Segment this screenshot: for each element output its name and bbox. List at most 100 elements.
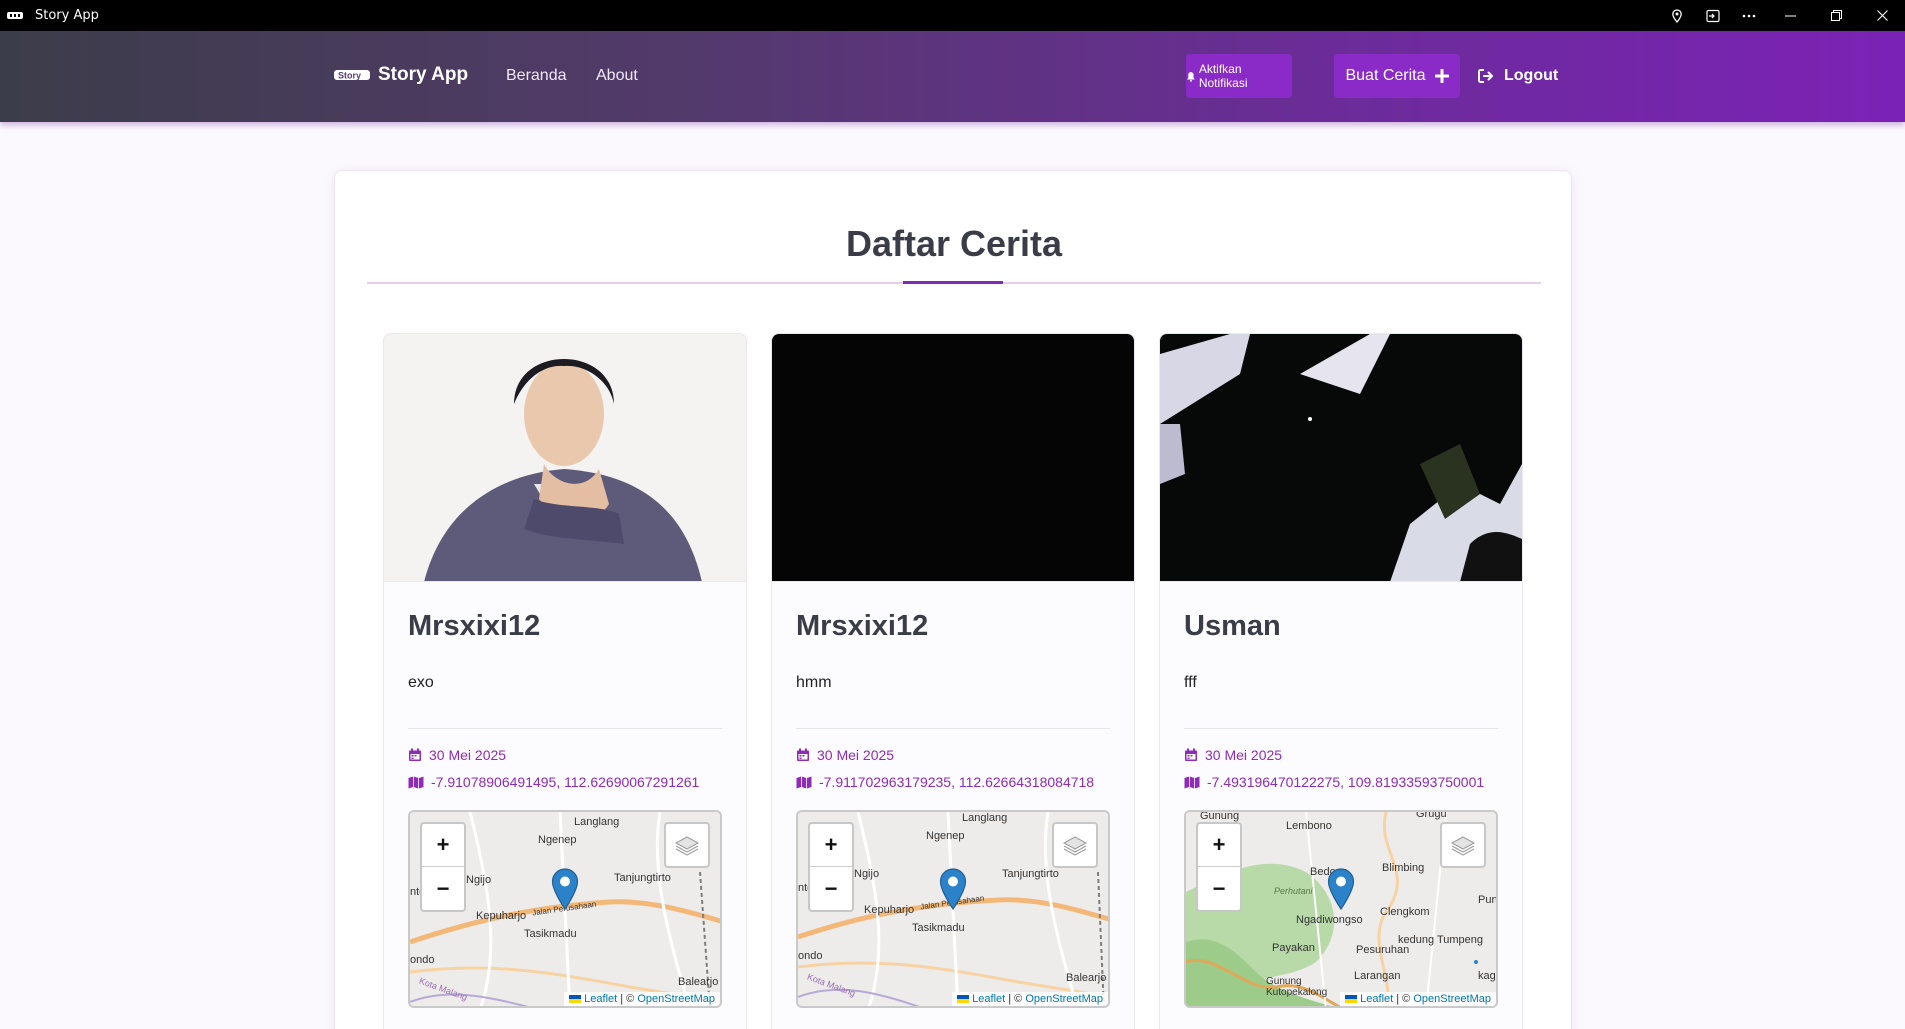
location-icon[interactable] xyxy=(1659,0,1695,31)
story-date: 30 Mei 2025 xyxy=(796,747,894,763)
calendar-icon xyxy=(1185,748,1197,761)
window-title: Story App xyxy=(35,8,99,23)
map-label: Blimbing xyxy=(1382,862,1425,874)
cast-icon[interactable] xyxy=(1695,0,1731,31)
map-label: Kepuharjo xyxy=(476,910,527,922)
zoom-out-button[interactable]: − xyxy=(1198,867,1240,910)
map-label: Perhutani xyxy=(1274,886,1313,896)
leaflet-link[interactable]: Leaflet xyxy=(1360,993,1393,1005)
story-coordinates-text: -7.493196470122275, 109.81933593750001 xyxy=(1207,774,1485,790)
app-header: Story Story App Beranda About Aktifkan N… xyxy=(0,31,1905,122)
map-marker-icon[interactable] xyxy=(551,868,579,910)
zoom-out-button[interactable]: − xyxy=(810,867,852,910)
story-description: exo xyxy=(408,674,434,691)
layers-icon xyxy=(674,836,700,856)
logout-icon xyxy=(1478,69,1493,83)
brand-name: Story App xyxy=(378,64,469,85)
create-story-label: Buat Cerita xyxy=(1345,67,1426,84)
map-label: Pund xyxy=(1478,894,1498,906)
map-label: Gunung Kutopekalong xyxy=(1266,976,1328,998)
map-attribution: Leaflet | © OpenStreetMap xyxy=(952,992,1108,1006)
ukraine-flag-icon xyxy=(1345,995,1358,1003)
story-card[interactable]: Mrsxixi12 hmm 30 Mei 2025 -7.91170296317… xyxy=(771,333,1135,1029)
story-card[interactable]: Mrsxixi12 exo 30 Mei 2025 -7.91078906491… xyxy=(383,333,747,1029)
osm-link[interactable]: OpenStreetMap xyxy=(1413,993,1491,1005)
attribution-separator: | © xyxy=(620,993,635,1005)
zoom-in-button[interactable]: + xyxy=(422,824,464,867)
osm-link[interactable]: OpenStreetMap xyxy=(637,993,715,1005)
story-map[interactable]: Gunung Lembono Grugu Bedono Blimbing Per… xyxy=(1184,810,1498,1008)
story-map[interactable]: Langlang Ngenep Ngijo Tanjungtirto Kepuh… xyxy=(408,810,722,1008)
map-label: Tanjungtirto xyxy=(614,872,671,884)
calendar-icon xyxy=(409,748,421,761)
map-label: kedung Tumpeng xyxy=(1398,934,1484,946)
story-image xyxy=(384,334,746,582)
story-date-text: 30 Mei 2025 xyxy=(429,747,507,763)
ukraine-flag-icon xyxy=(957,995,970,1003)
leaflet-link[interactable]: Leaflet xyxy=(584,993,617,1005)
bell-icon xyxy=(1186,71,1195,82)
card-divider xyxy=(1184,728,1498,729)
minimize-icon[interactable] xyxy=(1767,0,1813,31)
map-label: Larangan xyxy=(1354,970,1401,982)
map-label: ondo xyxy=(410,954,435,966)
enable-notification-label: Aktifkan Notifikasi xyxy=(1198,62,1248,90)
map-label: Balearjo xyxy=(1066,972,1107,984)
osm-link[interactable]: OpenStreetMap xyxy=(1025,993,1103,1005)
map-zoom-control: + − xyxy=(1196,822,1242,912)
map-label: Tasikmadu xyxy=(912,922,965,934)
brand-logo-icon: Story xyxy=(334,70,370,81)
map-icon xyxy=(408,776,424,788)
story-date-text: 30 Mei 2025 xyxy=(817,747,895,763)
map-label: Grugu xyxy=(1416,810,1447,820)
map-attribution: Leaflet | © OpenStreetMap xyxy=(1340,992,1496,1006)
map-label: Payakan xyxy=(1272,942,1315,954)
story-author: Mrsxixi12 xyxy=(408,610,541,642)
story-image xyxy=(772,334,1134,582)
story-coordinates-text: -7.91078906491495, 112.62690067291261 xyxy=(431,774,700,790)
calendar-icon xyxy=(797,748,809,761)
map-label: Clengkom xyxy=(1380,906,1430,918)
map-label: Gunung xyxy=(1200,810,1240,822)
story-map[interactable]: Langlang Ngenep Ngijo Tanjungtirto Kepuh… xyxy=(796,810,1110,1008)
story-list-container: Daftar Cerita Mrsxixi12 exo 30 Mei 2025 … xyxy=(334,170,1572,1029)
zoom-in-button[interactable]: + xyxy=(1198,824,1240,867)
map-marker-icon[interactable] xyxy=(1327,868,1355,910)
layers-button[interactable] xyxy=(1052,822,1098,868)
logout-label: Logout xyxy=(1504,67,1559,84)
create-story-button[interactable]: Buat Cerita xyxy=(1334,54,1460,98)
story-description: hmm xyxy=(796,674,832,691)
leaflet-link[interactable]: Leaflet xyxy=(972,993,1005,1005)
map-label: Ngadiwongso xyxy=(1296,914,1363,926)
layers-button[interactable] xyxy=(664,822,710,868)
nav-beranda[interactable]: Beranda xyxy=(506,67,567,85)
map-label: kag xyxy=(1478,970,1496,982)
map-marker-icon[interactable] xyxy=(939,868,967,910)
more-options-icon[interactable] xyxy=(1731,0,1767,31)
zoom-in-button[interactable]: + xyxy=(810,824,852,867)
ukraine-flag-icon xyxy=(569,995,582,1003)
map-label: Pesuruhan xyxy=(1356,944,1410,956)
card-divider xyxy=(796,728,1110,729)
zoom-out-button[interactable]: − xyxy=(422,867,464,910)
map-zoom-control: + − xyxy=(420,822,466,912)
restore-icon[interactable] xyxy=(1813,0,1859,31)
map-zoom-control: + − xyxy=(808,822,854,912)
close-icon[interactable] xyxy=(1859,0,1905,31)
layers-icon xyxy=(1450,836,1476,856)
brand-link[interactable]: Story Story App xyxy=(334,64,468,86)
story-description: fff xyxy=(1184,674,1197,691)
layers-button[interactable] xyxy=(1440,822,1486,868)
map-label: Tanjungtirto xyxy=(1002,868,1059,880)
nav-about[interactable]: About xyxy=(596,67,638,85)
map-icon xyxy=(796,776,812,788)
story-date: 30 Mei 2025 xyxy=(408,747,506,763)
story-coordinates: -7.493196470122275, 109.81933593750001 xyxy=(1184,774,1484,790)
story-card[interactable]: Usman fff 30 Mei 2025 -7.493196470122275… xyxy=(1159,333,1523,1029)
attribution-separator: | © xyxy=(1008,993,1023,1005)
enable-notification-button[interactable]: Aktifkan Notifikasi xyxy=(1186,54,1292,98)
plus-icon xyxy=(1434,69,1449,83)
logout-button[interactable]: Logout xyxy=(1478,61,1558,91)
map-icon xyxy=(1184,776,1200,788)
map-label: Langlang xyxy=(574,816,620,828)
